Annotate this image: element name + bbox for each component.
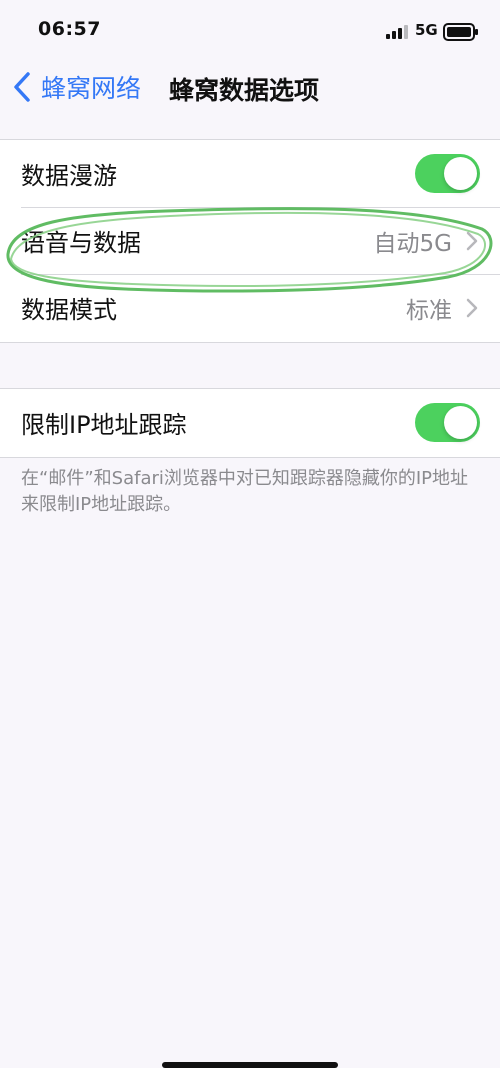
data-mode-label: 数据模式 (21, 296, 117, 324)
voice-data-row[interactable]: 语音与数据 自动5G (0, 207, 500, 274)
voice-data-value: 自动5G (373, 230, 452, 257)
privacy-group: 限制IP地址跟踪 (0, 388, 500, 458)
status-time: 06:57 (38, 18, 101, 40)
privacy-footer-note: 在“邮件”和Safari浏览器中对已知跟踪器隐藏你的IP地址来限制IP地址跟踪。 (21, 468, 469, 515)
data-roaming-label: 数据漫游 (21, 162, 117, 190)
network-type-label: 5G (415, 21, 438, 39)
home-indicator (162, 1062, 338, 1068)
chevron-right-icon (466, 231, 478, 250)
data-roaming-row: 数据漫游 (0, 140, 500, 207)
limit-ip-tracking-toggle[interactable] (415, 403, 480, 442)
page-title: 蜂窝数据选项 (169, 76, 320, 105)
toggle-knob (444, 406, 477, 439)
cellular-options-group: 数据漫游 语音与数据 自动5G 数据模式 标准 (0, 139, 500, 343)
data-roaming-toggle[interactable] (415, 154, 480, 193)
back-button[interactable]: 蜂窝网络 (10, 68, 141, 106)
limit-ip-tracking-label: 限制IP地址跟踪 (21, 411, 187, 439)
limit-ip-tracking-row: 限制IP地址跟踪 (0, 389, 500, 456)
back-button-label: 蜂窝网络 (41, 74, 142, 103)
navigation-bar: 蜂窝网络 蜂窝数据选项 (0, 60, 500, 115)
chevron-right-icon (466, 298, 478, 317)
status-bar: 06:57 5G (0, 0, 500, 60)
data-mode-value: 标准 (406, 297, 452, 324)
cellular-signal-icon (386, 25, 408, 39)
data-mode-row[interactable]: 数据模式 标准 (0, 274, 500, 341)
toggle-knob (444, 157, 477, 190)
battery-icon (443, 23, 478, 41)
chevron-left-icon (14, 72, 30, 102)
voice-data-label: 语音与数据 (21, 229, 141, 257)
